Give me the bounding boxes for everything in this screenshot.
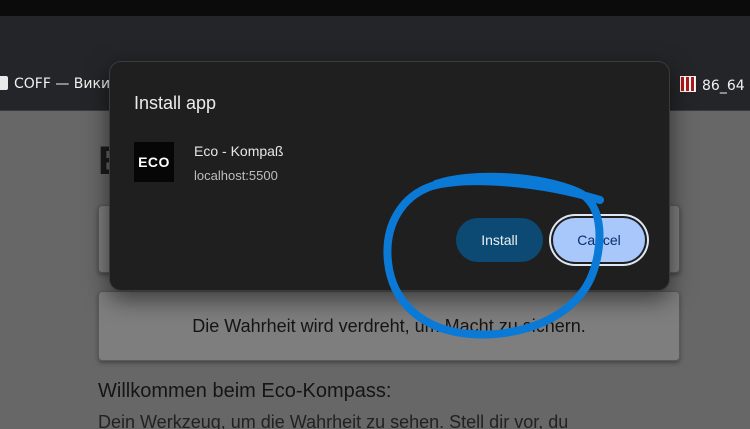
browser-toolbar <box>0 16 750 60</box>
welcome-heading: Willkommen beim Eco-Kompass: <box>98 380 392 402</box>
bookmark-coff[interactable]: COFF — Викип <box>0 76 119 92</box>
bookmark-label: COFF — Викип <box>14 76 120 92</box>
install-button[interactable]: Install <box>456 218 543 262</box>
app-origin: localhost:5500 <box>194 168 278 183</box>
bookmark-label: 86_64 C <box>702 78 750 94</box>
wikipedia-favicon-icon <box>0 76 8 90</box>
app-icon: ECO <box>134 142 174 182</box>
bookmark-86-64[interactable]: 86_64 C <box>680 76 750 94</box>
banner-card: Die Wahrheit wird verdreht, um Macht zu … <box>98 291 680 361</box>
cancel-button[interactable]: Cancel <box>553 218 645 262</box>
bookmark-favicon-icon <box>680 76 696 92</box>
app-name: Eco - Kompaß <box>194 143 284 159</box>
dialog-title: Install app <box>134 93 217 113</box>
intro-text: Dein Werkzeug, um die Wahrheit zu sehen.… <box>98 412 569 429</box>
window-title-bar <box>0 0 750 16</box>
install-app-dialog: Install app ECO Eco - Kompaß localhost:5… <box>109 61 670 291</box>
banner-text: Die Wahrheit wird verdreht, um Macht zu … <box>192 316 586 336</box>
